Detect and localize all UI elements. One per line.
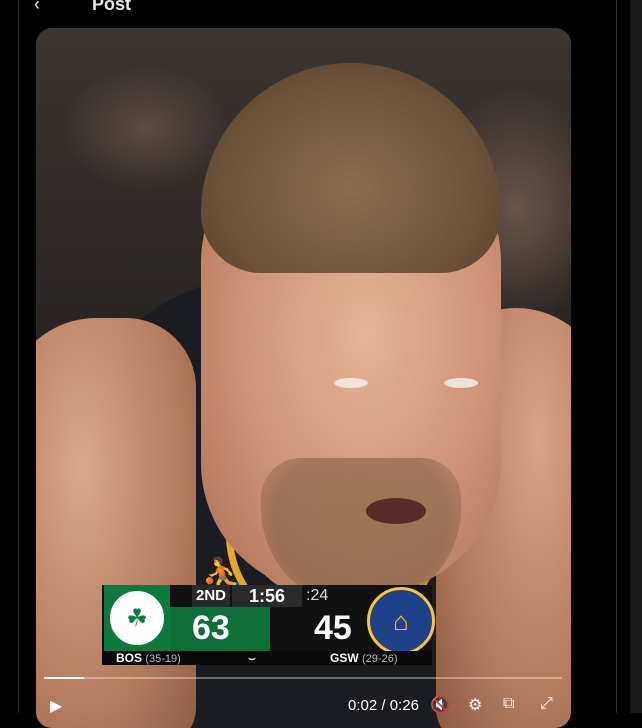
video-progress-fill (44, 677, 84, 679)
home-score: 63 (192, 609, 230, 647)
away-score: 45 (314, 609, 352, 647)
column-divider-left (18, 0, 19, 713)
player-eye-left (334, 378, 368, 388)
time-separator: / (381, 697, 386, 714)
current-time: 0:02 (348, 697, 378, 714)
game-clock: 1:56 (232, 585, 302, 607)
sponsor-logo-icon: ⌣ (248, 651, 256, 665)
period-label: 2ND (192, 585, 230, 607)
video-timestamp: 0:02 / 0:26 (348, 697, 419, 714)
scrollbar[interactable] (630, 0, 642, 713)
scorebug-panel: ☘ 63 2ND 1:56 :24 45 ⌂ (102, 585, 435, 655)
scorebug-footer: BOS (35-19) ⌣ GSW (29-26) (102, 651, 432, 665)
home-team-label: BOS (35-19) (116, 651, 181, 665)
celtics-logo-icon: ☘ (104, 585, 170, 651)
pip-icon[interactable]: ⧉ (503, 695, 514, 713)
video-progress-track[interactable] (44, 677, 562, 679)
player-mouth (366, 498, 426, 524)
play-icon[interactable]: ▶ (50, 696, 62, 716)
shot-clock: :24 (306, 587, 329, 604)
celtics-logo-ring: ☘ (107, 588, 167, 648)
mute-icon[interactable]: 🔇 (430, 695, 450, 715)
home-record: (35-19) (145, 653, 181, 665)
back-button[interactable]: ‹ (34, 0, 40, 15)
away-record: (29-26) (362, 653, 398, 665)
settings-icon[interactable]: ⚙ (468, 695, 482, 715)
video-controls: ▶ 0:02 / 0:26 🔇 ⚙ ⧉ ⤢ (0, 693, 642, 716)
column-divider-right (616, 0, 617, 713)
player-eye-right (444, 378, 478, 388)
player-shoulder-left (36, 318, 196, 728)
home-abbr: BOS (116, 651, 143, 665)
warriors-logo-icon: ⌂ (367, 587, 435, 655)
away-team-label: GSW (29-26) (330, 651, 397, 665)
page-title: Post (92, 0, 132, 14)
scorebug: ☘ 63 2ND 1:56 :24 45 ⌂ BOS (35-19) ⌣ GSW… (102, 585, 435, 665)
fullscreen-icon[interactable]: ⤢ (540, 695, 553, 713)
duration: 0:26 (389, 697, 419, 714)
top-bar: ‹ Post (0, 0, 642, 20)
away-abbr: GSW (330, 651, 359, 665)
